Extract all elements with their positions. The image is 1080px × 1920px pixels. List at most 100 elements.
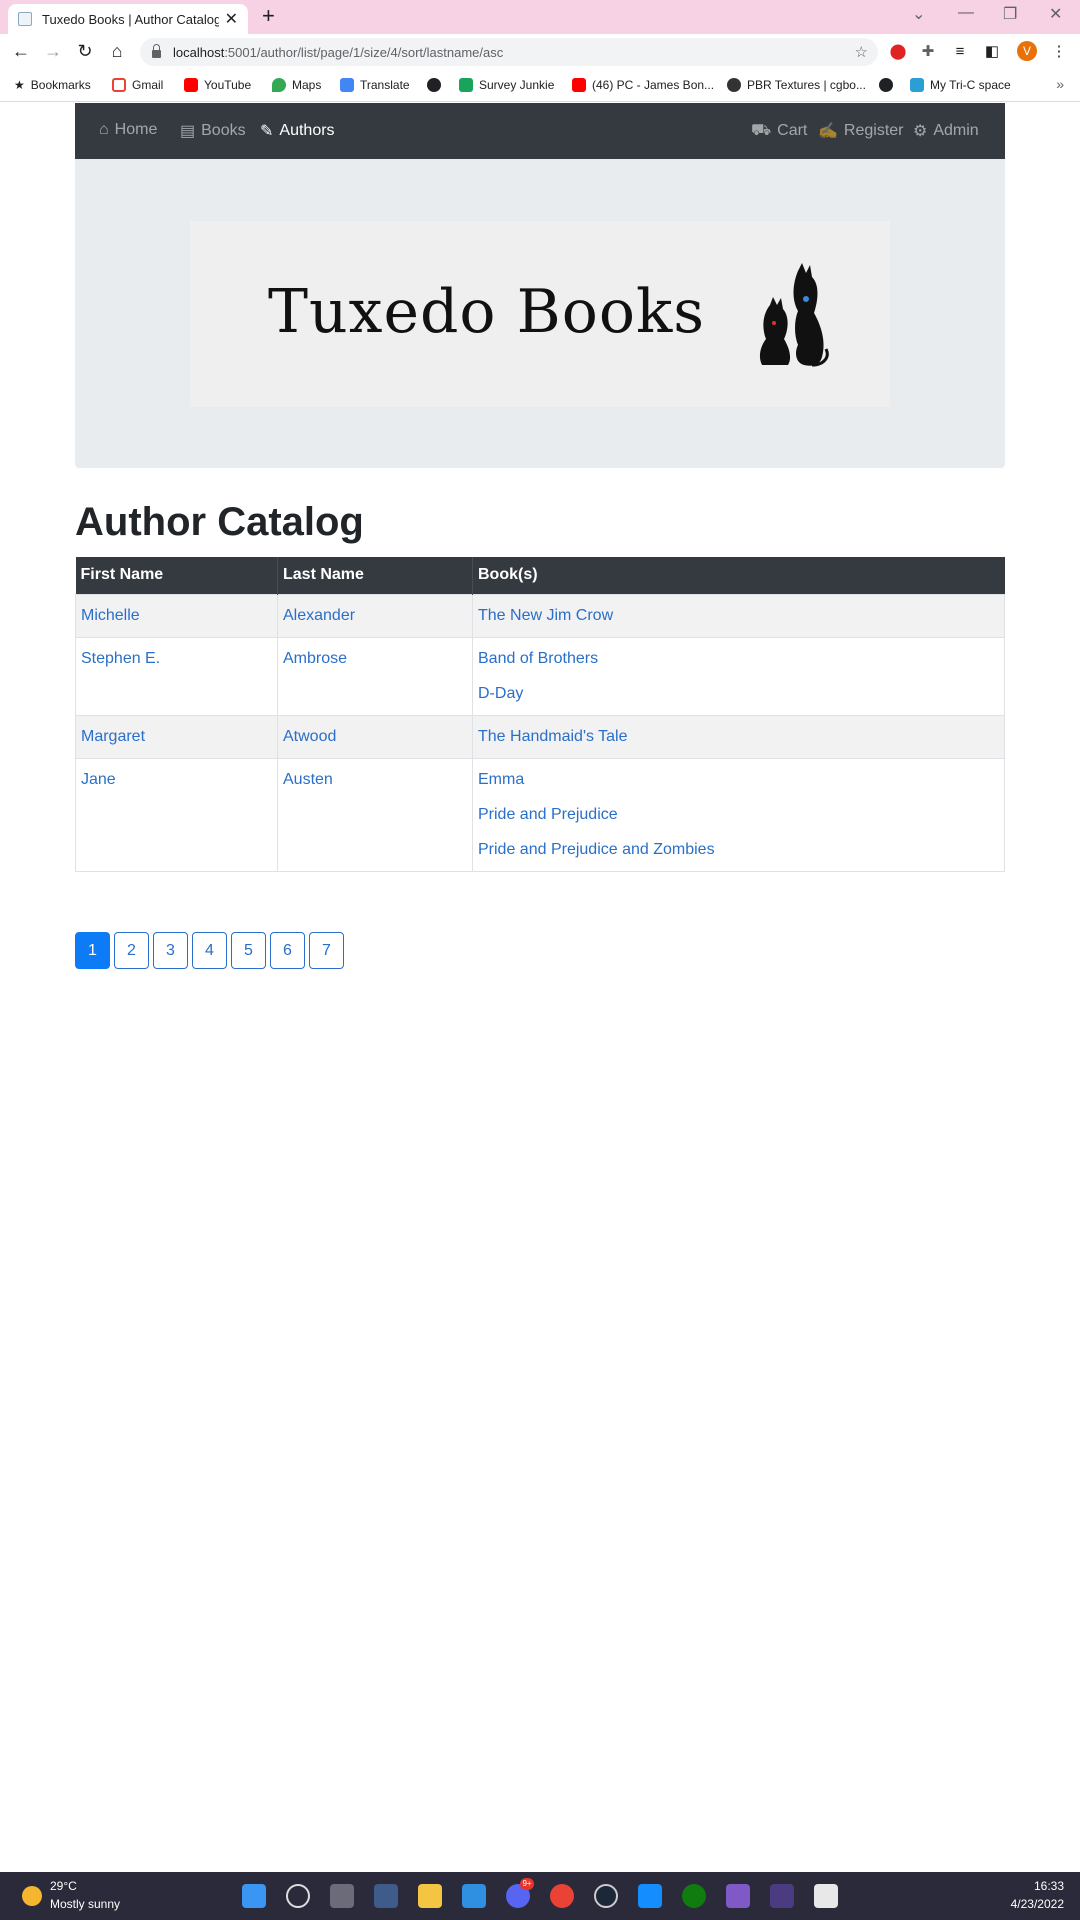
page-button-2[interactable]: 2 bbox=[114, 932, 149, 969]
nav-authors[interactable]: ✎ Authors bbox=[260, 121, 335, 141]
page-icon bbox=[18, 12, 32, 26]
bookmark-label: Translate bbox=[360, 78, 410, 92]
lock-icon[interactable] bbox=[152, 44, 161, 58]
home-icon[interactable]: ⌂ bbox=[106, 40, 128, 62]
search-icon[interactable] bbox=[286, 1884, 310, 1908]
book-link[interactable]: The New Jim Crow bbox=[478, 607, 999, 625]
bookmark-item[interactable]: ★ Bookmarks bbox=[14, 78, 91, 92]
pagination: 1 2 3 4 5 6 7 bbox=[75, 932, 348, 969]
book-link[interactable]: The Handmaid's Tale bbox=[478, 728, 999, 746]
start-icon[interactable] bbox=[242, 1884, 266, 1908]
book-link[interactable]: Pride and Prejudice bbox=[478, 806, 999, 824]
book-link[interactable]: Emma bbox=[478, 771, 999, 789]
page-button-6[interactable]: 6 bbox=[270, 932, 305, 969]
tri-c-icon bbox=[910, 78, 924, 92]
back-icon[interactable]: ← bbox=[10, 40, 32, 62]
clock-date[interactable]: 4/23/2022 bbox=[1011, 1897, 1064, 1911]
column-header-last-name[interactable]: Last Name bbox=[277, 557, 473, 594]
book-link[interactable]: D-Day bbox=[478, 685, 999, 703]
clock-time[interactable]: 16:33 bbox=[1034, 1879, 1064, 1893]
bookmark-item[interactable] bbox=[427, 78, 447, 92]
visual-studio-icon[interactable] bbox=[726, 1884, 750, 1908]
translate-icon bbox=[340, 78, 354, 92]
address-bar[interactable]: localhost:5001/author/list/page/1/size/4… bbox=[140, 38, 878, 66]
bookmark-item[interactable]: Gmail bbox=[112, 78, 163, 92]
bookmarks-bar: ★ Bookmarks Gmail YouTube Maps Translate … bbox=[0, 70, 1080, 102]
books-cell: Band of Brothers D-Day bbox=[472, 636, 1005, 716]
bookmark-star-icon[interactable]: ☆ bbox=[855, 43, 868, 61]
author-first-name-link[interactable]: Michelle bbox=[81, 607, 272, 625]
column-header-books[interactable]: Book(s) bbox=[472, 557, 1005, 594]
edit-icon: ✍ bbox=[818, 123, 838, 140]
nav-home[interactable]: ⌂ Home bbox=[99, 121, 157, 139]
adblock-extension-icon[interactable]: ⬤ bbox=[888, 42, 908, 62]
weather-temperature[interactable]: 29°C bbox=[50, 1879, 77, 1893]
reading-list-icon[interactable]: ≡ bbox=[950, 42, 970, 62]
new-tab-icon[interactable]: + bbox=[262, 5, 275, 27]
book-link[interactable]: Pride and Prejudice and Zombies bbox=[478, 841, 999, 859]
table-row: Margaret Atwood The Handmaid's Tale bbox=[75, 714, 1005, 759]
notification-badge: 9+ bbox=[520, 1878, 534, 1890]
widgets-icon[interactable] bbox=[374, 1884, 398, 1908]
author-last-name-link[interactable]: Austen bbox=[283, 771, 467, 789]
page-button-4[interactable]: 4 bbox=[192, 932, 227, 969]
author-first-name-link[interactable]: Stephen E. bbox=[81, 650, 272, 668]
window-close-icon[interactable]: ✕ bbox=[1049, 4, 1062, 24]
extensions-icon[interactable]: ✚ bbox=[918, 42, 938, 62]
bookmark-item[interactable]: (46) PC - James Bon... bbox=[572, 78, 714, 92]
logo-text: Tuxedo Books bbox=[268, 277, 706, 347]
bookmark-label: PBR Textures | cgbo... bbox=[747, 78, 866, 92]
author-first-name-link[interactable]: Jane bbox=[81, 771, 272, 789]
steam-icon[interactable] bbox=[594, 1884, 618, 1908]
bookmark-label: (46) PC - James Bon... bbox=[592, 78, 715, 92]
bookmark-item[interactable] bbox=[879, 78, 899, 92]
chrome-icon[interactable] bbox=[550, 1884, 574, 1908]
page-button-1[interactable]: 1 bbox=[75, 932, 110, 969]
author-last-name-link[interactable]: Ambrose bbox=[283, 650, 467, 668]
nav-admin[interactable]: ⚙ Admin bbox=[913, 121, 979, 141]
tuxedo-cats-icon bbox=[759, 263, 829, 367]
nav-register[interactable]: ✍ Register bbox=[818, 121, 904, 141]
author-first-name-link[interactable]: Margaret bbox=[81, 728, 272, 746]
page-button-3[interactable]: 3 bbox=[153, 932, 188, 969]
terminal-icon[interactable] bbox=[770, 1884, 794, 1908]
reload-icon[interactable]: ↻ bbox=[74, 40, 96, 62]
nav-cart-label: Cart bbox=[777, 122, 808, 139]
gear-icon: ⚙ bbox=[913, 123, 928, 140]
bookmark-item[interactable]: Survey Junkie bbox=[459, 78, 554, 92]
close-tab-icon[interactable]: ✕ bbox=[225, 9, 238, 29]
task-view-icon[interactable] bbox=[330, 1884, 354, 1908]
profile-avatar[interactable]: V bbox=[1017, 41, 1037, 61]
page-button-5[interactable]: 5 bbox=[231, 932, 266, 969]
bookmark-item[interactable]: YouTube bbox=[184, 78, 251, 92]
book-link[interactable]: Band of Brothers bbox=[478, 650, 999, 668]
weather-description[interactable]: Mostly sunny bbox=[50, 1897, 120, 1911]
xbox-icon[interactable] bbox=[682, 1884, 706, 1908]
home-icon: ⌂ bbox=[99, 121, 109, 138]
bookmark-item[interactable]: My Tri-C space bbox=[910, 78, 1011, 92]
browser-tab[interactable]: Tuxedo Books | Author Catalog ✕ bbox=[8, 4, 248, 34]
last-name-cell: Ambrose bbox=[277, 636, 473, 716]
mail-icon[interactable] bbox=[462, 1884, 486, 1908]
bookmark-item[interactable]: PBR Textures | cgbo... bbox=[727, 78, 866, 92]
minimize-icon[interactable]: — bbox=[958, 4, 974, 22]
forward-icon[interactable]: → bbox=[42, 40, 64, 62]
snipping-tool-icon[interactable] bbox=[814, 1884, 838, 1908]
nav-cart[interactable]: ⛟ Cart bbox=[751, 121, 807, 141]
bookmark-item[interactable]: Translate bbox=[340, 78, 410, 92]
side-panel-icon[interactable]: ◧ bbox=[982, 42, 1002, 62]
tab-search-icon[interactable]: ⌄ bbox=[912, 4, 925, 24]
page-button-7[interactable]: 7 bbox=[309, 932, 344, 969]
restore-icon[interactable]: ❐ bbox=[1003, 4, 1017, 24]
battle-net-icon[interactable] bbox=[638, 1884, 662, 1908]
nav-books[interactable]: ▤ Books bbox=[180, 121, 246, 141]
column-header-first-name[interactable]: First Name bbox=[75, 557, 278, 594]
survey-junkie-icon bbox=[459, 78, 473, 92]
bookmark-item[interactable]: Maps bbox=[272, 78, 321, 92]
author-last-name-link[interactable]: Alexander bbox=[283, 607, 467, 625]
menu-icon[interactable]: ⋮ bbox=[1049, 42, 1069, 62]
more-bookmarks-icon[interactable]: » bbox=[1056, 76, 1064, 92]
author-last-name-link[interactable]: Atwood bbox=[283, 728, 467, 746]
weather-sun-icon[interactable] bbox=[22, 1886, 42, 1906]
file-explorer-icon[interactable] bbox=[418, 1884, 442, 1908]
